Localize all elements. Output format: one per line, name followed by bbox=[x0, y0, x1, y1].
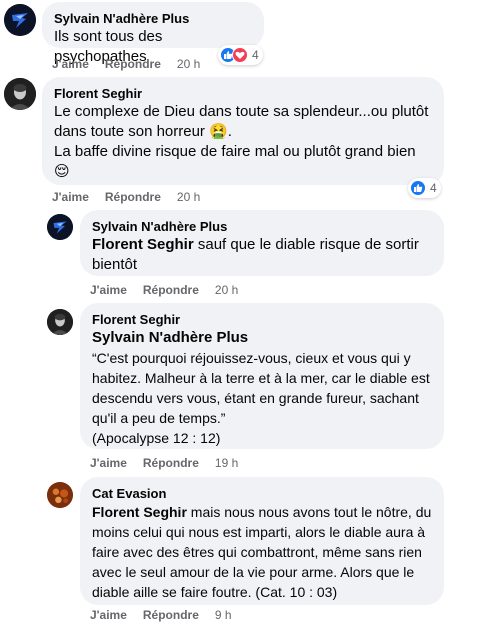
like-button[interactable]: J'aime bbox=[52, 189, 89, 205]
comment-author[interactable]: Sylvain N'adhère Plus bbox=[54, 10, 252, 27]
avatar[interactable] bbox=[47, 214, 73, 240]
reply-button[interactable]: Répondre bbox=[105, 189, 161, 205]
like-icon bbox=[410, 180, 426, 196]
timestamp[interactable]: 20 h bbox=[177, 56, 200, 72]
comment-author[interactable]: Sylvain N'adhère Plus bbox=[92, 218, 432, 235]
relieved-face-icon: 😌 bbox=[54, 163, 70, 180]
comment-author[interactable]: Florent Seghir bbox=[54, 85, 432, 102]
comment-actions: J'aime Répondre 20 h bbox=[52, 56, 200, 72]
comment-author[interactable]: Florent Seghir bbox=[92, 311, 432, 328]
comment-actions: J'aime Répondre 9 h bbox=[90, 607, 232, 623]
comment-bubble: Sylvain N'adhère Plus Ils sont tous des … bbox=[42, 2, 264, 65]
love-icon bbox=[232, 47, 248, 63]
like-button[interactable]: J'aime bbox=[90, 282, 127, 298]
comment-text-line: La baffe divine risque de faire mal ou p… bbox=[54, 143, 416, 160]
comment-actions: J'aime Répondre 20 h bbox=[52, 189, 200, 205]
avatar[interactable] bbox=[47, 482, 73, 508]
avatar[interactable] bbox=[47, 309, 73, 335]
comment-text: Florent Seghir mais nous nous avons tout… bbox=[92, 502, 432, 602]
comment-text: Le complexe de Dieu dans toute sa splend… bbox=[54, 102, 432, 182]
comment-bubble: Florent Seghir Le complexe de Dieu dans … bbox=[42, 77, 444, 185]
reaction-summary[interactable]: 4 bbox=[408, 178, 441, 198]
timestamp[interactable]: 9 h bbox=[215, 607, 232, 623]
like-button[interactable]: J'aime bbox=[90, 607, 127, 623]
avatar[interactable] bbox=[4, 4, 36, 36]
mention-link[interactable]: Florent Seghir bbox=[92, 236, 194, 253]
comment-text: “C'est pourquoi réjouissez-vous, cieux e… bbox=[92, 350, 430, 426]
like-button[interactable]: J'aime bbox=[90, 455, 127, 471]
timestamp[interactable]: 20 h bbox=[177, 189, 200, 205]
reply-button[interactable]: Répondre bbox=[143, 282, 199, 298]
comment-actions: J'aime Répondre 20 h bbox=[90, 282, 238, 298]
avatar[interactable] bbox=[4, 78, 36, 110]
mention-link[interactable]: Sylvain N'adhère Plus bbox=[92, 328, 432, 348]
reply-button[interactable]: Répondre bbox=[143, 455, 199, 471]
comment-text-line: . bbox=[227, 123, 232, 140]
comment-actions: J'aime Répondre 19 h bbox=[90, 455, 238, 471]
comment-text: Florent Seghir sauf que le diable risque… bbox=[92, 235, 432, 275]
timestamp[interactable]: 19 h bbox=[215, 455, 238, 471]
nauseated-face-icon: 🤮 bbox=[209, 123, 228, 140]
like-button[interactable]: J'aime bbox=[52, 56, 89, 72]
reply-button[interactable]: Répondre bbox=[143, 607, 199, 623]
mention-link[interactable]: Florent Seghir bbox=[92, 504, 187, 520]
comment-reference: (Apocalypse 12 : 12) bbox=[92, 430, 221, 446]
comment-author[interactable]: Cat Evasion bbox=[92, 485, 432, 502]
comment-bubble: Cat Evasion Florent Seghir mais nous nou… bbox=[80, 477, 444, 605]
reply-button[interactable]: Répondre bbox=[105, 56, 161, 72]
comment-text-line: dans toute son horreur bbox=[54, 123, 205, 140]
reaction-count: 4 bbox=[252, 48, 259, 62]
timestamp[interactable]: 20 h bbox=[215, 282, 238, 298]
comment-text-line: Le complexe de Dieu dans toute sa splend… bbox=[54, 103, 429, 120]
reaction-count: 4 bbox=[430, 181, 437, 195]
reaction-summary[interactable]: 4 bbox=[218, 45, 263, 65]
comment-bubble: Sylvain N'adhère Plus Florent Seghir sau… bbox=[80, 210, 444, 276]
comment-bubble: Florent Seghir Sylvain N'adhère Plus “C'… bbox=[80, 303, 444, 449]
